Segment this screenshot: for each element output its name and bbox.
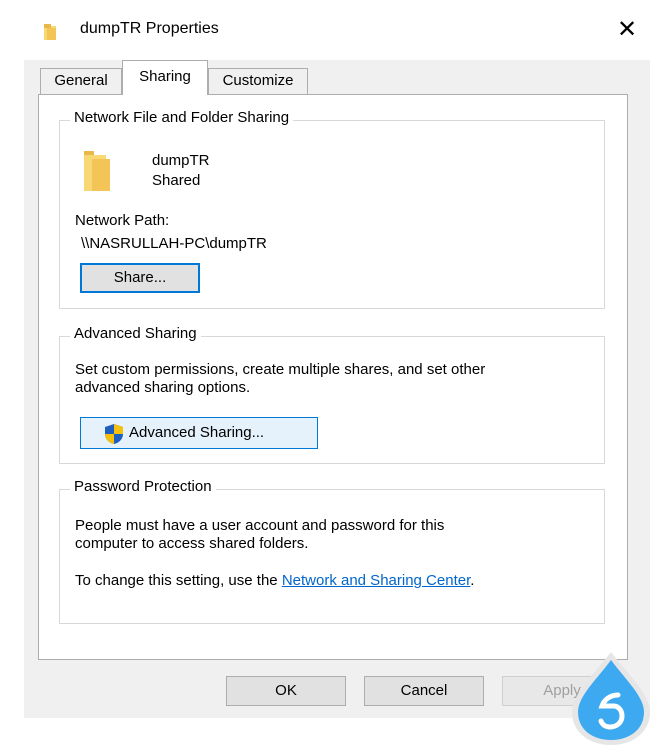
folder-name: dumpTR [152, 152, 210, 169]
title-bar: dumpTR Properties ✕ [24, 0, 650, 60]
ok-button[interactable]: OK [226, 676, 346, 706]
sharing-panel: Network File and Folder Sharing dumpTR S… [38, 94, 628, 660]
tab-customize[interactable]: Customize [208, 68, 308, 94]
change-setting-text: To change this setting, use the Network … [75, 571, 474, 590]
tab-sharing[interactable]: Sharing [122, 60, 208, 95]
advanced-sharing-description-line1: Set custom permissions, create multiple … [75, 361, 486, 378]
window-title: dumpTR Properties [80, 20, 219, 37]
cancel-button[interactable]: Cancel [364, 676, 484, 706]
network-sharing-center-link[interactable]: Network and Sharing Center [282, 572, 470, 589]
close-button[interactable]: ✕ [604, 0, 650, 60]
uac-shield-icon [103, 423, 125, 456]
folder-icon [44, 23, 62, 45]
change-setting-suffix: . [470, 572, 475, 589]
advanced-sharing-legend: Advanced Sharing [70, 325, 201, 342]
tab-general[interactable]: General [40, 68, 122, 94]
change-setting-prefix: To change this setting, use the [75, 572, 282, 589]
password-protection-legend: Password Protection [70, 478, 216, 495]
network-path-label: Network Path: [75, 212, 170, 229]
password-protection-text-line2: computer to access shared folders. [75, 535, 309, 552]
password-protection-text-line1: People must have a user account and pass… [75, 517, 445, 534]
network-path-value: \\NASRULLAH-PC\dumpTR [81, 235, 267, 252]
close-icon: ✕ [616, 16, 638, 43]
network-sharing-legend: Network File and Folder Sharing [70, 109, 294, 126]
advanced-sharing-button-label: Advanced Sharing... [129, 424, 265, 441]
advanced-sharing-group: Advanced Sharing Set custom permissions,… [59, 325, 605, 464]
advanced-sharing-button[interactable]: Advanced Sharing... [80, 417, 318, 449]
share-button[interactable]: Share... [80, 263, 200, 293]
network-sharing-group: Network File and Folder Sharing dumpTR S… [59, 109, 605, 309]
share-status: Shared [152, 172, 201, 189]
properties-dialog: dumpTR Properties ✕ General Sharing Cust… [24, 0, 650, 718]
watermark-drop-icon [566, 650, 656, 747]
advanced-sharing-description-line2: advanced sharing options. [75, 379, 251, 396]
password-protection-group: Password Protection People must have a u… [59, 478, 605, 624]
shared-folder-icon [84, 151, 112, 195]
